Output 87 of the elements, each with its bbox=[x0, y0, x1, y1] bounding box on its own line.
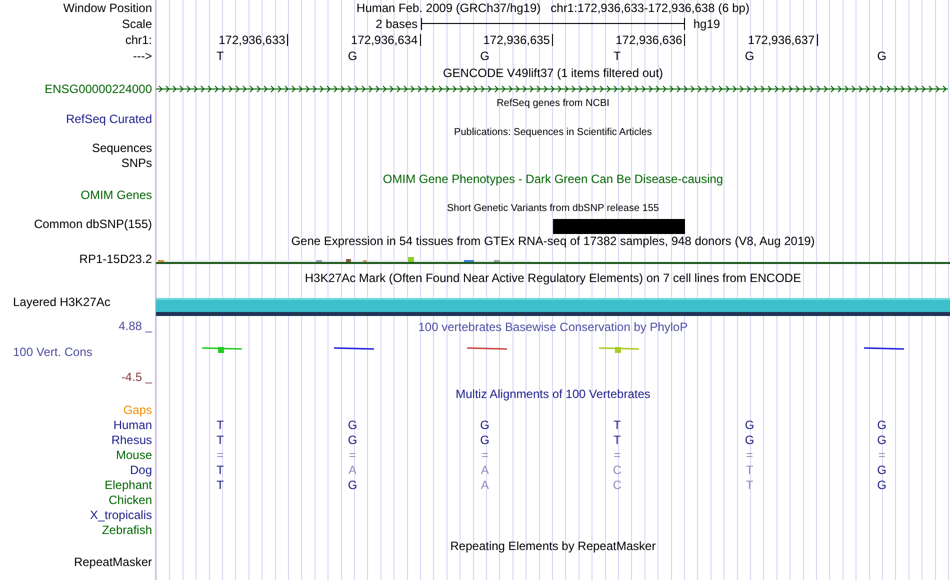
ruler-tick-label: 172,936,634 bbox=[350, 32, 419, 46]
base-letter: C bbox=[612, 462, 622, 476]
base-letter: G bbox=[744, 432, 754, 446]
base-letter: G bbox=[877, 462, 886, 476]
base-letter: T bbox=[746, 462, 754, 476]
track-label: RP1-15D23.2 bbox=[79, 252, 152, 266]
ruler-tick bbox=[552, 34, 553, 46]
base-letter: G bbox=[877, 478, 886, 492]
track-label: chr1: bbox=[125, 32, 152, 46]
track-title: Publications: Sequences in Scientific Articles bbox=[454, 126, 652, 140]
position-text: chr1:172,936,633-172,936,638 (6 bp) bbox=[550, 1, 750, 15]
base-letter: G bbox=[744, 418, 754, 432]
base-letter: T bbox=[216, 49, 224, 63]
base-letter: = bbox=[216, 448, 224, 462]
base-letter: A bbox=[348, 462, 356, 476]
track-label: X_tropicalis bbox=[90, 508, 152, 522]
track-label: ENSG00000224000 bbox=[44, 82, 152, 96]
base-letter: C bbox=[612, 478, 622, 492]
base-letter: T bbox=[216, 418, 224, 432]
track-label: ---> bbox=[133, 49, 152, 63]
axis-max-label: 4.88 _ bbox=[118, 319, 152, 333]
base-letter: = bbox=[614, 448, 621, 462]
scale-length: 2 bases bbox=[376, 16, 418, 30]
base-letter: T bbox=[613, 432, 621, 446]
track-label: Sequences bbox=[92, 140, 152, 154]
track-title: RefSeq genes from NCBI bbox=[496, 97, 610, 111]
track-title: H3K27Ac Mark (Often Found Near Active Regulatory Elements) on 7 cell lines from ENCODE bbox=[304, 270, 802, 284]
base-letter: G bbox=[480, 418, 490, 432]
track-title: Multiz Alignments of 100 Vertebrates bbox=[456, 386, 650, 400]
base-letter: = bbox=[878, 448, 886, 462]
base-letter: G bbox=[877, 432, 886, 446]
ruler-tick-label: 172,936,633 bbox=[218, 32, 286, 46]
track-label: RepeatMasker bbox=[74, 554, 152, 568]
track-label: OMIM Genes bbox=[80, 188, 152, 202]
base-letter: T bbox=[613, 49, 621, 63]
base-letter: G bbox=[877, 49, 886, 63]
ruler-tick-label: 172,936,637 bbox=[748, 32, 816, 46]
base-letter: G bbox=[348, 478, 358, 492]
track-label: Zebrafish bbox=[102, 522, 152, 536]
base-letter: T bbox=[216, 478, 224, 492]
track-label: Mouse bbox=[116, 448, 152, 462]
track-title: Repeating Elements by RepeatMasker bbox=[450, 538, 656, 552]
track-title: Gene Expression in 54 tissues from GTEx RNA-seq of 17382 samples, 948 donors (V8, Aug 2019) bbox=[291, 234, 815, 248]
base-letter: A bbox=[480, 478, 489, 492]
base-letter: = bbox=[348, 448, 356, 462]
ruler-tick-label: 172,936,636 bbox=[616, 32, 684, 46]
base-letter: T bbox=[216, 432, 224, 446]
ruler-tick-label: 172,936,635 bbox=[483, 32, 551, 46]
track-label: RefSeq Curated bbox=[66, 112, 152, 126]
base-letter: = bbox=[481, 448, 488, 462]
base-letter: G bbox=[348, 432, 358, 446]
track-label: Layered H3K27Ac bbox=[12, 295, 110, 309]
track-label: 100 Vert. Cons bbox=[12, 344, 92, 358]
track-label: Rhesus bbox=[111, 432, 152, 446]
assembly-title: Human Feb. 2009 (GRCh37/hg19) bbox=[356, 1, 541, 15]
ruler-tick bbox=[684, 34, 686, 46]
track-label: Common dbSNP(155) bbox=[34, 217, 152, 231]
base-letter: G bbox=[480, 49, 490, 63]
track-label: Scale bbox=[122, 16, 152, 30]
track-label: Elephant bbox=[104, 478, 152, 492]
base-letter: G bbox=[877, 418, 886, 432]
track-title: Short Genetic Variants from dbSNP release 155 bbox=[447, 202, 659, 216]
base-letter: G bbox=[348, 49, 358, 63]
base-letter: G bbox=[480, 432, 490, 446]
conservation-mark-icon bbox=[599, 346, 640, 354]
base-letter: A bbox=[480, 462, 489, 476]
track-label: Window Position bbox=[63, 1, 152, 15]
base-letter: = bbox=[746, 448, 753, 462]
track-label: Gaps bbox=[123, 402, 152, 416]
base-letter: T bbox=[746, 478, 754, 492]
track-label: SNPs bbox=[121, 156, 152, 170]
ruler-tick bbox=[816, 34, 818, 46]
base-letter: G bbox=[744, 49, 754, 63]
track-title: OMIM Gene Phenotypes - Dark Green Can Be Disease-causing bbox=[382, 172, 724, 186]
track-label: Human bbox=[113, 418, 152, 432]
conservation-mark-icon bbox=[202, 346, 242, 354]
scale-assembly: hg19 bbox=[693, 16, 720, 30]
track-title: 100 vertebrates Basewise Conservation by PhyloP bbox=[418, 320, 688, 334]
axis-min-label: -4.5 _ bbox=[121, 370, 152, 384]
base-letter: T bbox=[613, 418, 621, 432]
base-letter: G bbox=[348, 418, 358, 432]
base-letter: T bbox=[216, 462, 224, 476]
ruler-tick bbox=[420, 34, 421, 46]
track-title: GENCODE V49lift37 (1 items filtered out) bbox=[442, 66, 664, 80]
ruler-tick bbox=[287, 34, 288, 46]
track-label: Dog bbox=[130, 462, 152, 476]
track-label: Chicken bbox=[108, 492, 152, 506]
